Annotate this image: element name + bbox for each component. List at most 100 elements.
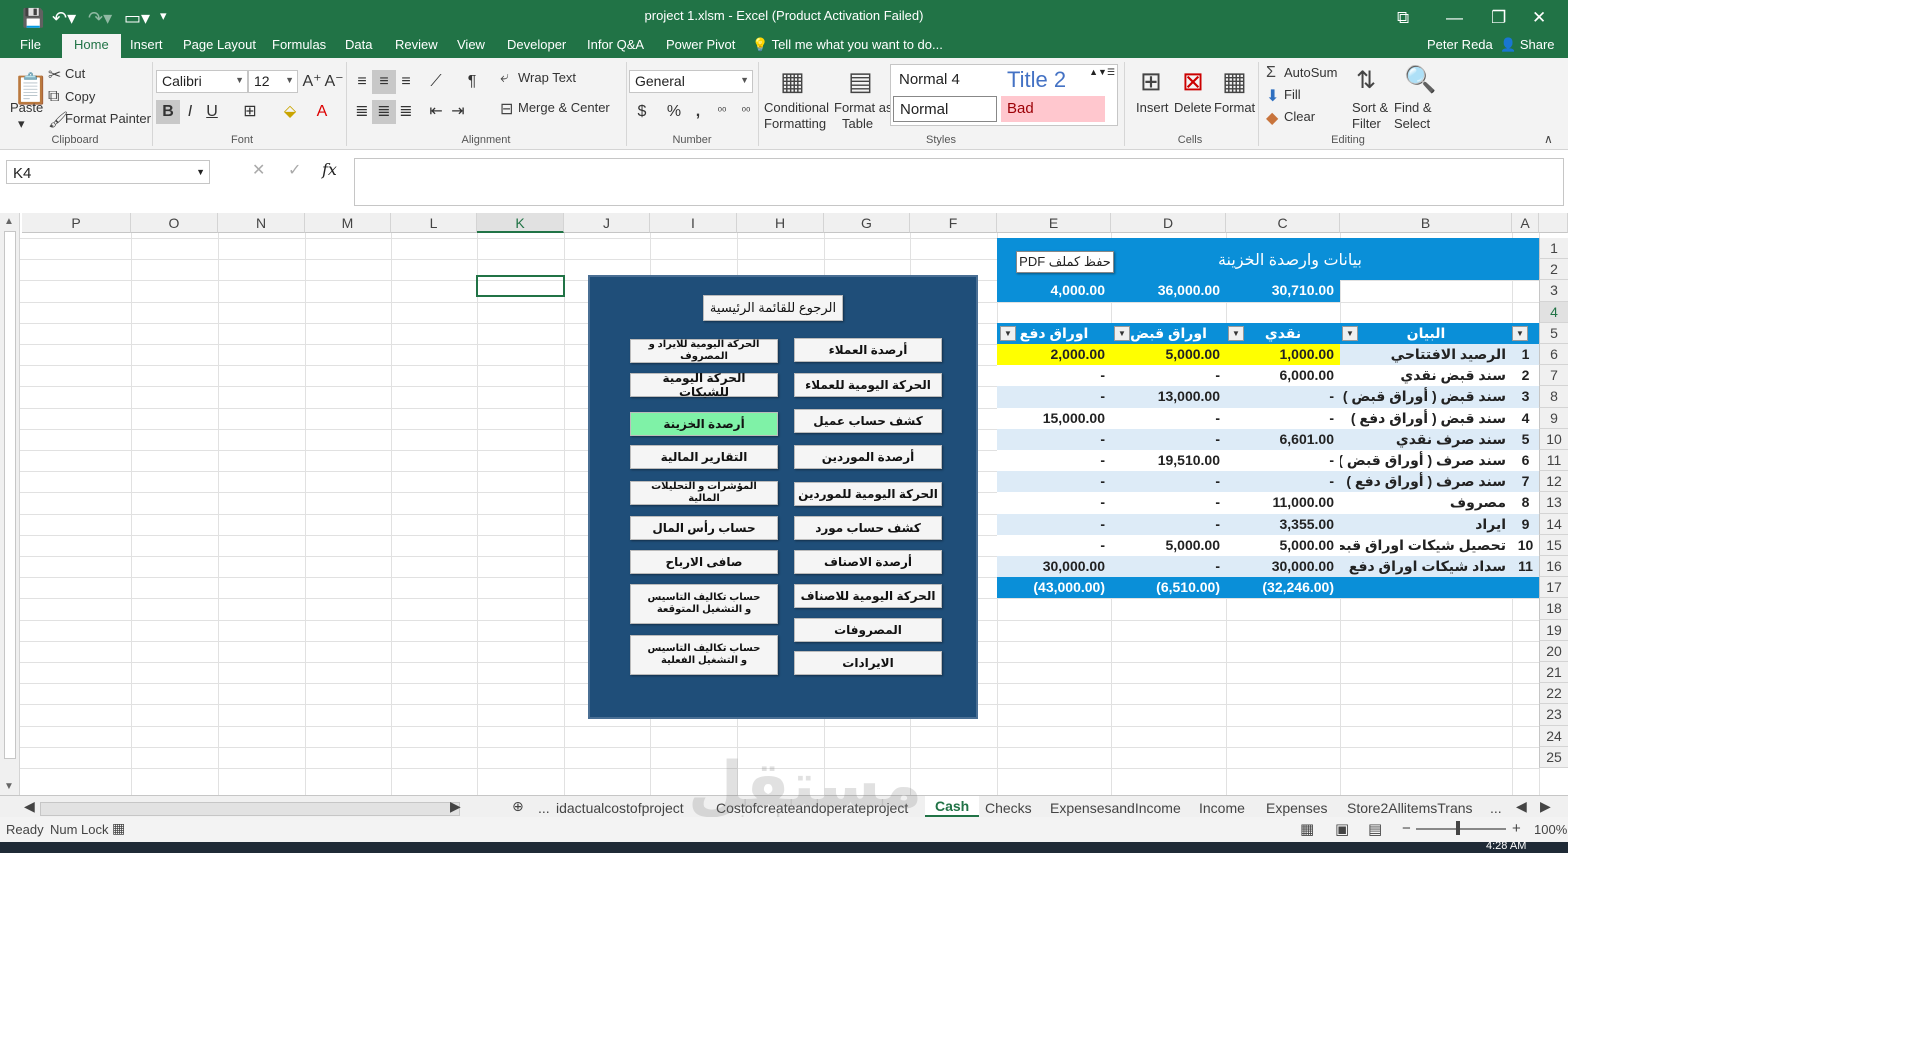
cell-d11[interactable]: 19,510.00 [1111, 450, 1226, 472]
cell-c9[interactable]: - [1226, 407, 1340, 429]
tab-formulas[interactable]: Formulas [272, 37, 326, 52]
column-header-p[interactable]: P [22, 213, 131, 233]
column-header-e[interactable]: E [997, 213, 1111, 233]
clear-button[interactable]: Clear [1284, 109, 1315, 124]
tab-review[interactable]: Review [395, 37, 438, 52]
cell-d9[interactable]: - [1111, 407, 1226, 429]
panel-right-button-6[interactable]: كشف حساب مورد [794, 516, 942, 540]
close-icon[interactable]: ✕ [1532, 8, 1546, 28]
font-color-icon[interactable]: A [310, 100, 334, 124]
panel-left-button-8[interactable]: حساب تكاليف التاسيس و التشغيل المتوقعة [630, 584, 778, 624]
panel-left-button-3[interactable]: أرصدة الخزينة [630, 412, 778, 436]
cut-button[interactable]: Cut [65, 66, 85, 81]
cell-d14[interactable]: - [1111, 513, 1226, 535]
cell-c8[interactable]: - [1226, 386, 1340, 408]
row-header-9[interactable]: 9 [1539, 407, 1568, 429]
align-left-icon[interactable]: ≣ [350, 100, 374, 124]
panel-right-button-5[interactable]: الحركة اليومية للموردين [794, 482, 942, 506]
row-header-13[interactable]: 13 [1539, 492, 1568, 514]
cell-a9[interactable]: 4 [1512, 407, 1539, 429]
currency-button[interactable]: $ [630, 100, 654, 124]
cell-a6[interactable]: 1 [1512, 344, 1539, 366]
column-header-a[interactable]: A [1512, 213, 1539, 233]
tab-insert[interactable]: Insert [130, 37, 163, 52]
delete-button[interactable]: Delete [1174, 100, 1212, 115]
tab-view[interactable]: View [457, 37, 485, 52]
panel-left-button-4[interactable]: التقارير المالية [630, 445, 778, 469]
tab-data[interactable]: Data [345, 37, 372, 52]
cell-b6[interactable]: الرصيد الافتتاحي [1340, 344, 1512, 366]
decrease-decimal-icon[interactable]: ⁰⁰ [734, 100, 758, 124]
sort-filter-button[interactable]: Sort & [1352, 100, 1388, 115]
scroll-left-icon[interactable]: ◀ [24, 798, 35, 815]
format-button[interactable]: Format [1214, 100, 1255, 115]
balance-d[interactable]: (6,510.00) [1111, 577, 1226, 599]
increase-decimal-icon[interactable]: ⁰⁰ [710, 100, 734, 124]
cell-e6[interactable]: 2,000.00 [997, 344, 1111, 366]
cell-d10[interactable]: - [1111, 428, 1226, 450]
tab-home[interactable]: Home [62, 34, 121, 58]
gallery-more-icon[interactable]: ▲▼☰ [1089, 67, 1115, 78]
panel-left-button-1[interactable]: الحركة اليومية للايراد و المصروف [630, 339, 778, 363]
zoom-slider-thumb[interactable] [1456, 821, 1460, 835]
save-pdf-button[interactable]: حفظ كملف PDF [1016, 251, 1114, 273]
cell-d15[interactable]: 5,000.00 [1111, 534, 1226, 556]
zoom-level[interactable]: 100% [1534, 822, 1567, 837]
bottom-align-icon[interactable]: ≡ [394, 70, 418, 94]
row-header-18[interactable]: 18 [1539, 598, 1568, 620]
tell-me-box[interactable]: 💡 Tell me what you want to do... [752, 37, 943, 53]
comma-button[interactable]: , [686, 100, 710, 124]
italic-button[interactable]: I [178, 100, 202, 124]
active-cell[interactable] [476, 275, 565, 297]
cell-b11[interactable]: سند صرف ( أوراق قبض ) [1340, 450, 1512, 472]
name-box[interactable]: K4 ▼ [6, 160, 210, 184]
panel-right-button-1[interactable]: أرصدة العملاء [794, 338, 942, 362]
page-layout-view-icon[interactable]: ▣ [1335, 820, 1349, 838]
row-header-17[interactable]: 17 [1539, 577, 1568, 599]
normal-view-icon[interactable]: ▦ [1300, 820, 1314, 838]
fill-color-icon[interactable]: ⬙ [278, 100, 302, 124]
share-button[interactable]: 👤 Share [1500, 37, 1555, 53]
cell-b16[interactable]: سداد شيكات اوراق دفع [1340, 556, 1512, 578]
row-header-23[interactable]: 23 [1539, 704, 1568, 726]
conditional-button[interactable]: Conditional [764, 100, 829, 115]
sheet-tab-cash[interactable]: Cash [925, 796, 980, 818]
back-to-main-menu-button[interactable]: الرجوع للقائمة الرئيسية [703, 295, 843, 321]
autosum-button[interactable]: AutoSum [1284, 65, 1337, 80]
column-header-n[interactable]: N [218, 213, 305, 233]
cell-e15[interactable]: - [997, 534, 1111, 556]
cell-a12[interactable]: 7 [1512, 471, 1539, 493]
row-header-5[interactable]: 5 [1539, 322, 1568, 344]
column-header-m[interactable]: M [305, 213, 391, 233]
cell-e12[interactable]: - [997, 471, 1111, 493]
sheet-tab-checks[interactable]: Checks [985, 800, 1032, 816]
cell-a7[interactable]: 2 [1512, 365, 1539, 387]
copy-button[interactable]: Copy [65, 89, 95, 104]
cell-a10[interactable]: 5 [1512, 428, 1539, 450]
cell-e14[interactable]: - [997, 513, 1111, 535]
select-all-corner[interactable] [1539, 213, 1568, 233]
top-align-icon[interactable]: ≡ [350, 70, 374, 94]
filter-dropdown-a[interactable]: ▼ [1512, 325, 1528, 341]
column-header-f[interactable]: F [910, 213, 997, 233]
cell-c12[interactable]: - [1226, 471, 1340, 493]
underline-button[interactable]: U [200, 100, 224, 124]
row-header-20[interactable]: 20 [1539, 640, 1568, 662]
find-select-line2[interactable]: Select [1394, 116, 1430, 131]
total-d[interactable]: 36,000.00 [1111, 280, 1226, 302]
row-header-7[interactable]: 7 [1539, 365, 1568, 387]
row-header-21[interactable]: 21 [1539, 662, 1568, 684]
decrease-indent-icon[interactable]: ⇤ [424, 100, 448, 124]
cell-d8[interactable]: 13,000.00 [1111, 386, 1226, 408]
total-c[interactable]: 30,710.00 [1226, 280, 1340, 302]
grow-font-icon[interactable]: A⁺ [300, 70, 324, 94]
align-center-icon[interactable]: ≣ [372, 100, 396, 124]
column-header-g[interactable]: G [824, 213, 910, 233]
filter-dropdown-c[interactable]: ▼ [1228, 325, 1244, 341]
column-header-j[interactable]: J [564, 213, 650, 233]
cell-c16[interactable]: 30,000.00 [1226, 556, 1340, 578]
cell-b13[interactable]: مصروف [1340, 492, 1512, 514]
row-header-24[interactable]: 24 [1539, 725, 1568, 747]
tab-scroll-left-icon[interactable]: ◀ [1516, 798, 1527, 815]
cell-e8[interactable]: - [997, 386, 1111, 408]
